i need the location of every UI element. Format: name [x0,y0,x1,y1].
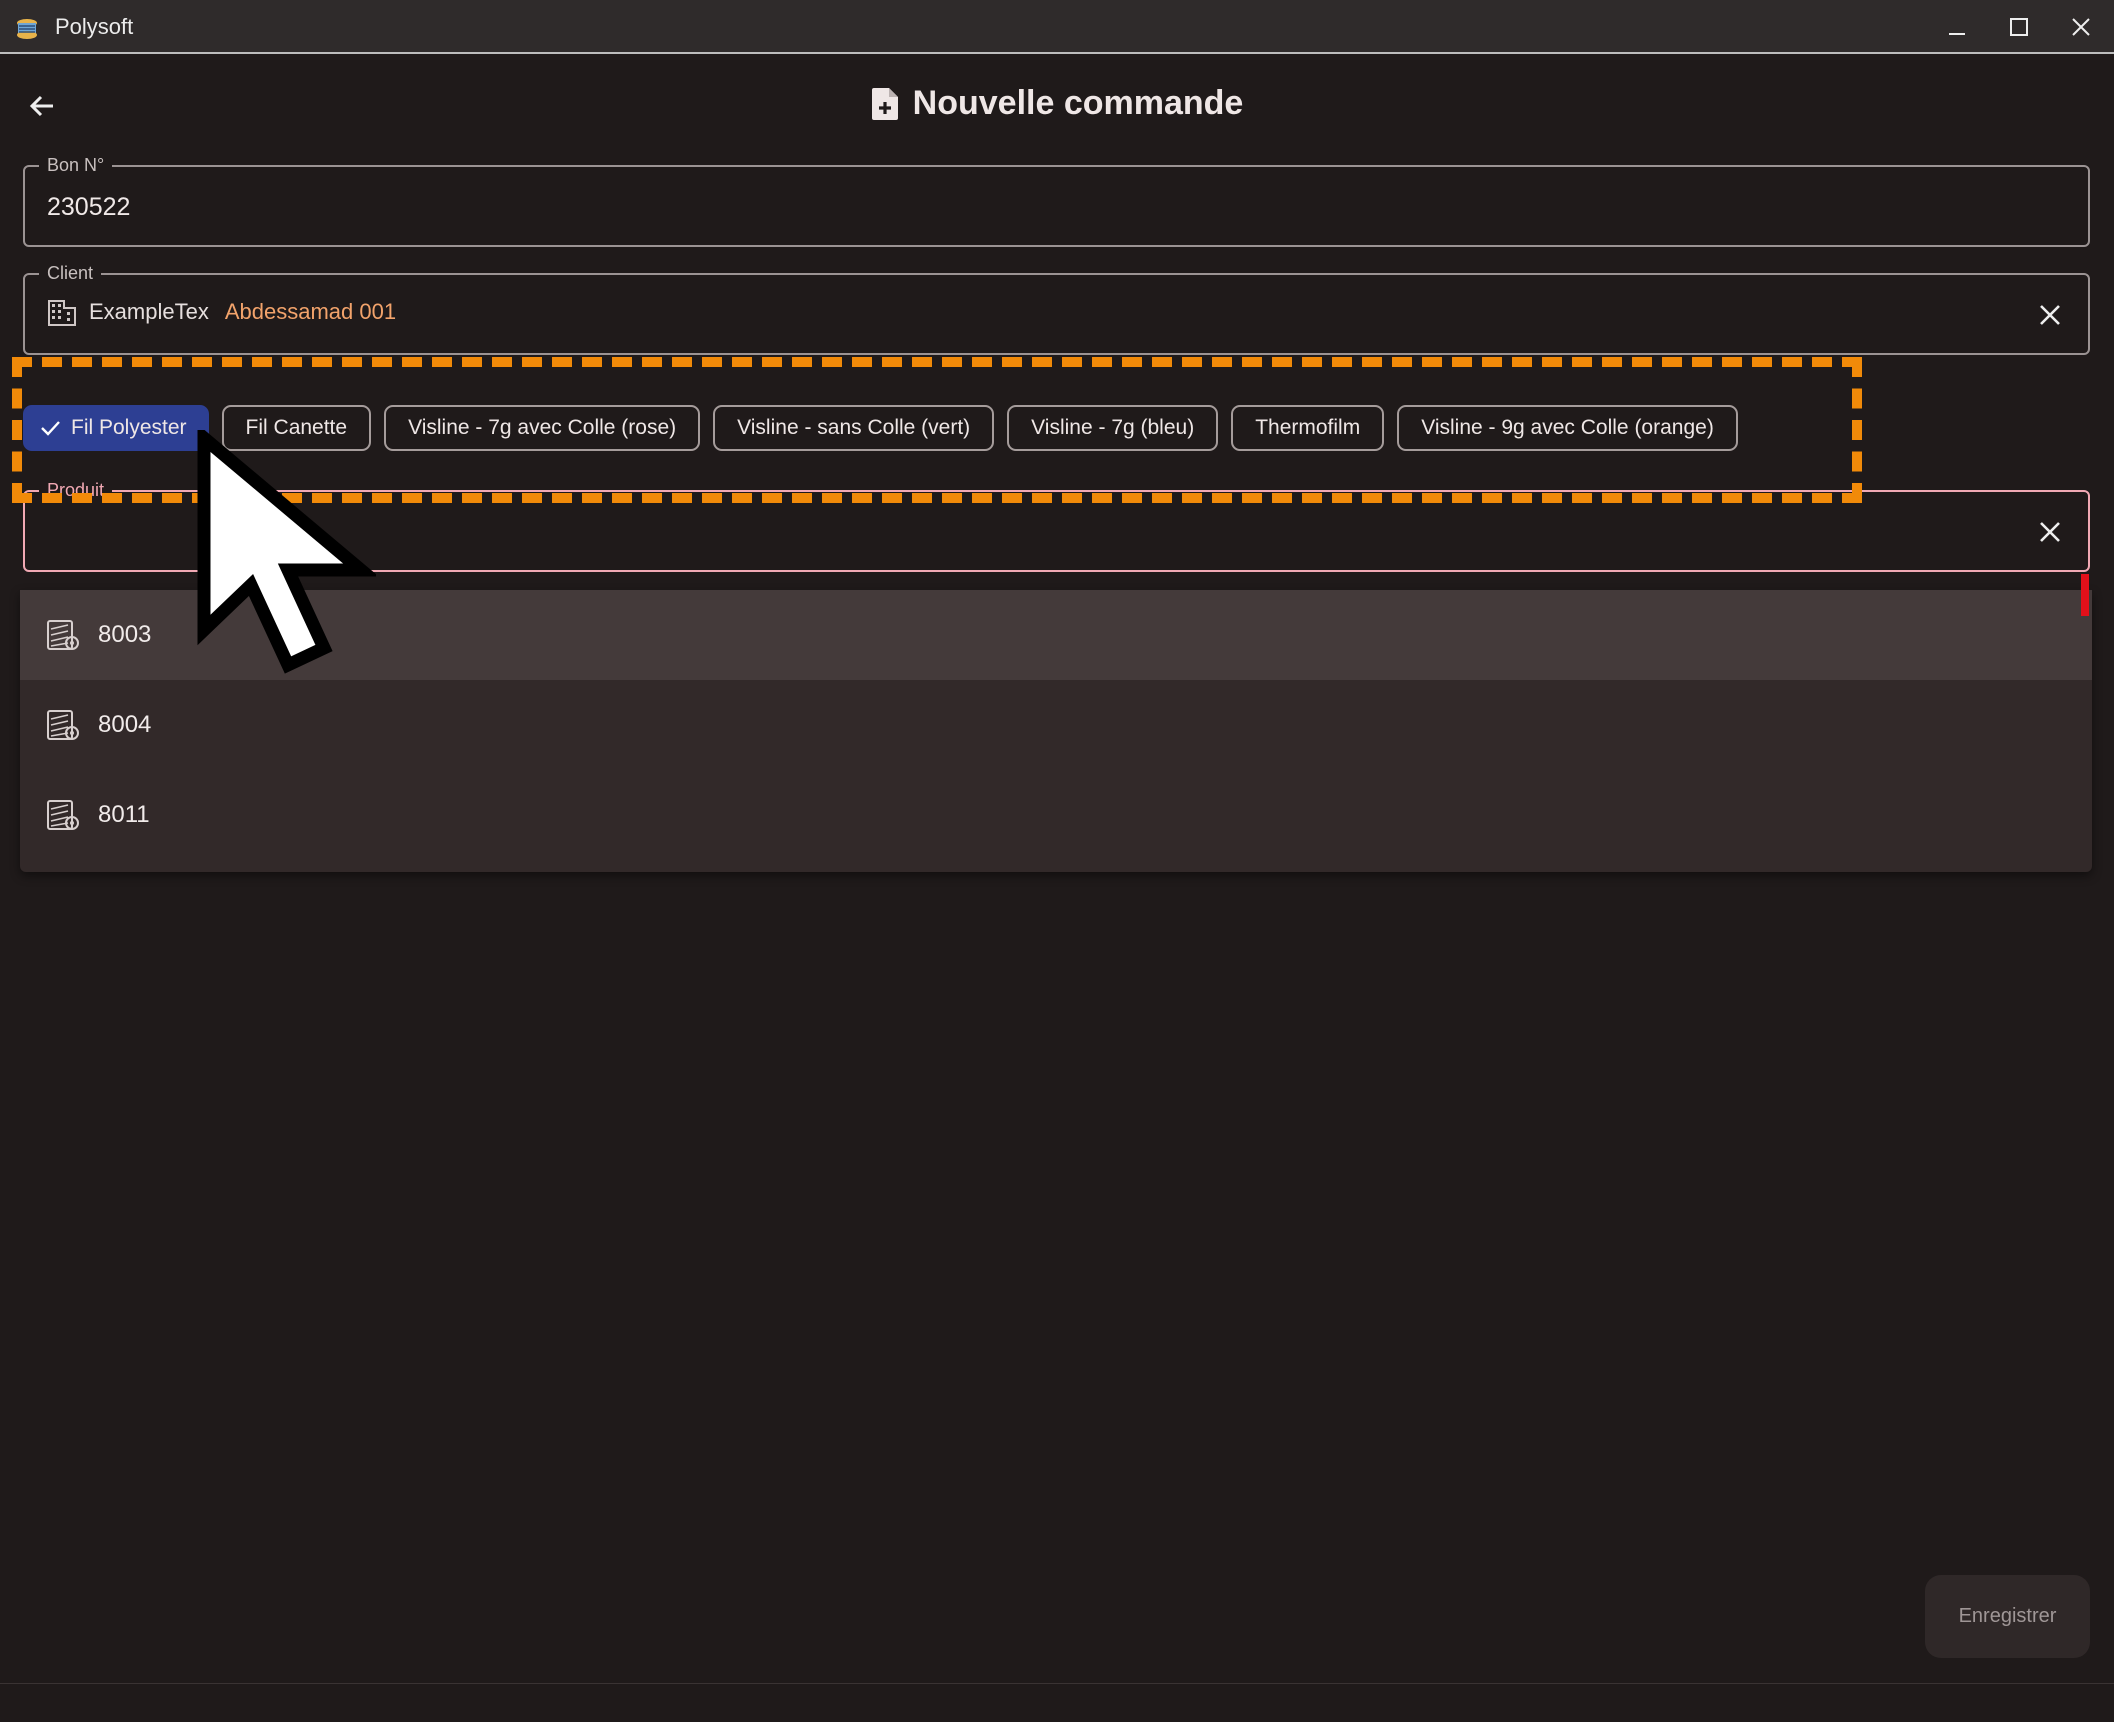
minimize-button[interactable] [1927,0,1987,54]
save-button-label: Enregistrer [1958,1605,2057,1627]
category-filter-chips: Fil Polyester Fil Canette Visline - 7g a… [23,405,1738,451]
clear-client-button[interactable] [2032,297,2068,333]
document-add-icon [871,87,898,120]
chip-fil-polyester[interactable]: Fil Polyester [23,405,209,451]
client-name: ExampleTex [89,299,209,324]
chip-visline-9g-colle-orange[interactable]: Visline - 9g avec Colle (orange) [1397,405,1738,451]
chip-label: Visline - 9g avec Colle (orange) [1421,416,1714,439]
close-icon [2040,305,2060,325]
building-icon [48,300,76,326]
app-logo-icon [17,19,37,39]
client-contact: Abdessamad 001 [224,299,397,324]
produit-dropdown: 8003 8004 8011 [20,590,2092,872]
maximize-icon [2010,18,2028,36]
produit-label: Produit [39,479,113,501]
chip-label: Fil Polyester [71,416,187,439]
check-icon [41,421,60,436]
thread-spool-icon [47,800,79,830]
window-title: Polysoft [55,14,134,39]
maximize-button[interactable] [1989,0,2049,54]
produit-option-label: 8004 [98,711,152,738]
chip-label: Visline - 7g avec Colle (rose) [408,416,677,439]
close-icon [2040,522,2060,542]
page-title-text: Nouvelle commande [912,84,1244,122]
chip-thermofilm[interactable]: Thermofilm [1231,405,1385,451]
minimize-icon [1949,33,1965,35]
produit-option-label: 8003 [98,621,152,648]
produit-option-8004[interactable]: 8004 [20,680,2092,770]
chip-label: Fil Canette [245,416,348,439]
dropdown-scrollbar[interactable] [2081,574,2089,616]
bottom-divider [0,1683,2114,1684]
clear-produit-button[interactable] [2032,514,2068,550]
chip-visline-7g-bleu[interactable]: Visline - 7g (bleu) [1007,405,1219,451]
chip-label: Visline - 7g (bleu) [1031,416,1195,439]
thread-spool-icon [47,620,79,650]
bon-number-label: Bon N° [39,154,113,176]
save-button[interactable]: Enregistrer [1925,1575,2090,1658]
chip-fil-canette[interactable]: Fil Canette [221,405,372,451]
page-title: Nouvelle commande [0,84,2114,123]
chip-visline-sans-colle-vert[interactable]: Visline - sans Colle (vert) [713,405,995,451]
client-label: Client [39,262,102,284]
chip-label: Thermofilm [1255,416,1361,439]
close-icon [2072,18,2090,36]
chip-label: Visline - sans Colle (vert) [737,416,971,439]
produit-option-8011[interactable]: 8011 [20,770,2092,860]
window-titlebar: Polysoft [0,0,2114,54]
bon-number-field[interactable]: Bon N° 230522 [23,154,2090,247]
produit-option-label: 8011 [98,801,150,828]
bon-number-value[interactable]: 230522 [47,193,130,222]
client-selection: ExampleTex Abdessamad 001 [47,297,396,327]
chip-visline-7g-colle-rose[interactable]: Visline - 7g avec Colle (rose) [384,405,701,451]
client-field[interactable]: Client ExampleTex Abdessamad 001 [23,262,2090,355]
close-window-button[interactable] [2051,0,2111,54]
thread-spool-icon [47,710,79,740]
produit-field[interactable]: Produit [23,479,2090,572]
produit-option-8003[interactable]: 8003 [20,590,2092,680]
